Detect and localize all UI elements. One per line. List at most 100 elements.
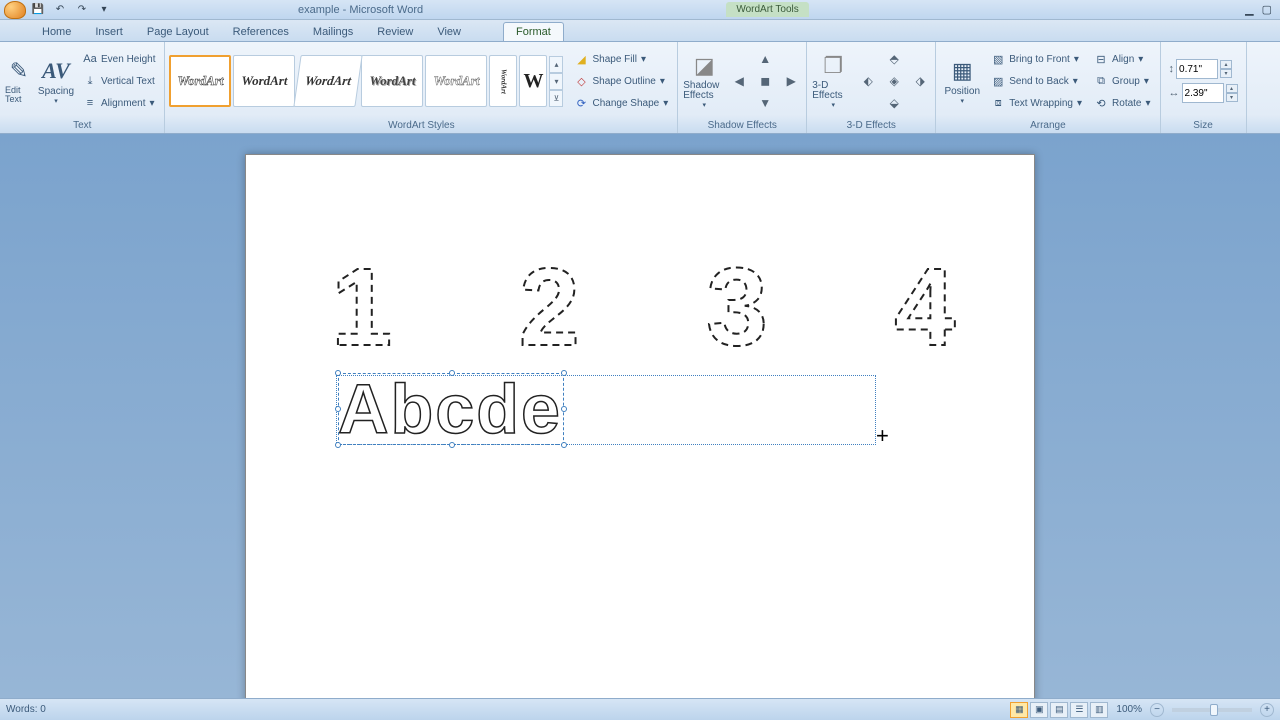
wordart-style-5[interactable]: WordArt [425, 55, 487, 107]
wordart-selection[interactable] [338, 373, 564, 445]
group-button[interactable]: ⧉Group▾ [1089, 70, 1156, 92]
shape-fill-button[interactable]: ◢Shape Fill▾ [569, 48, 673, 70]
resize-handle-w[interactable] [335, 406, 341, 412]
group-size: ↕ ▴▾ ↔ ▴▾ Size [1161, 42, 1247, 133]
view-print-layout[interactable]: ▦ [1010, 702, 1028, 718]
change-shape-label: Change Shape [592, 98, 659, 109]
office-button[interactable] [4, 1, 26, 19]
crosshair-cursor: + [876, 423, 889, 449]
position-button[interactable]: ▦ Position ▾ [940, 46, 984, 116]
resize-handle-sw[interactable] [335, 442, 341, 448]
even-height-icon: Aa [83, 53, 97, 65]
tab-review[interactable]: Review [365, 23, 425, 41]
view-draft[interactable]: ▥ [1090, 702, 1108, 718]
alignment-button[interactable]: ≡Alignment▾ [78, 92, 160, 114]
shadow-effects-button[interactable]: ◪ Shadow Effects ▾ [682, 46, 726, 116]
gallery-scroll-up[interactable]: ▴ [549, 56, 563, 73]
3d-tilt-up[interactable]: ⬘ [883, 49, 905, 69]
wordart-numbers-text: 1 2 3 4 5 [331, 246, 971, 365]
wordart-style-7[interactable]: W [519, 55, 547, 107]
align-button[interactable]: ⊟Align▾ [1089, 48, 1156, 70]
3d-effects-button[interactable]: ❐ 3-D Effects ▾ [811, 46, 855, 116]
edit-text-button[interactable]: ✎ Edit Text [4, 46, 34, 116]
zoom-percent[interactable]: 100% [1116, 704, 1142, 715]
group-shadow-effects: ◪ Shadow Effects ▾ ▲ ◀ ◼ ▶ ▼ Shadow Effe… [678, 42, 807, 133]
minimize-button[interactable]: ▁ [1245, 3, 1253, 16]
change-shape-button[interactable]: ⟳Change Shape▾ [569, 92, 673, 114]
gallery-more[interactable]: ⊻ [549, 90, 563, 107]
width-input[interactable] [1182, 83, 1224, 103]
3d-toggle[interactable]: ◈ [883, 71, 905, 91]
width-up[interactable]: ▴ [1226, 84, 1238, 93]
tab-home[interactable]: Home [30, 23, 83, 41]
gallery-scroll-down[interactable]: ▾ [549, 73, 563, 90]
wordart-style-3[interactable]: WordArt [294, 55, 363, 107]
gallery-scroll: ▴ ▾ ⊻ [549, 56, 563, 107]
tab-insert[interactable]: Insert [83, 23, 135, 41]
tab-format[interactable]: Format [503, 22, 564, 41]
height-up[interactable]: ▴ [1220, 60, 1232, 69]
3d-tilt-down[interactable]: ⬙ [883, 93, 905, 113]
resize-handle-s[interactable] [449, 442, 455, 448]
group-shadow-label: Shadow Effects [682, 118, 802, 133]
spacing-button[interactable]: AV Spacing ▾ [36, 46, 76, 116]
resize-handle-e[interactable] [561, 406, 567, 412]
tab-mailings[interactable]: Mailings [301, 23, 365, 41]
wordart-style-1[interactable]: WordArt [169, 55, 231, 107]
chevron-down-icon: ▾ [1138, 54, 1143, 65]
bring-to-front-button[interactable]: ▧Bring to Front▾ [986, 48, 1087, 70]
send-back-icon: ▨ [991, 75, 1005, 88]
vertical-text-button[interactable]: ⤓Vertical Text [78, 70, 160, 92]
contextual-tab-label: WordArt Tools [726, 2, 808, 17]
resize-handle-n[interactable] [449, 370, 455, 376]
wordart-style-4[interactable]: WordArt [361, 55, 423, 107]
maximize-button[interactable]: ▢ [1262, 3, 1272, 16]
document-page[interactable]: 1 2 3 4 5 Abcde + [245, 154, 1035, 698]
shadow-nudge-down[interactable]: ▼ [754, 93, 776, 113]
3d-tilt-left[interactable]: ⬖ [857, 71, 879, 91]
even-height-label: Even Height [101, 54, 155, 65]
width-down[interactable]: ▾ [1226, 93, 1238, 102]
view-web-layout[interactable]: ▤ [1050, 702, 1068, 718]
text-wrapping-button[interactable]: ⧈Text Wrapping▾ [986, 92, 1087, 114]
resize-handle-nw[interactable] [335, 370, 341, 376]
tab-page-layout[interactable]: Page Layout [135, 23, 221, 41]
wordart-numbers[interactable]: 1 2 3 4 5 [331, 245, 971, 365]
view-outline[interactable]: ☰ [1070, 702, 1088, 718]
resize-handle-ne[interactable] [561, 370, 567, 376]
spacing-label: Spacing [38, 86, 74, 97]
height-down[interactable]: ▾ [1220, 69, 1232, 78]
resize-handle-se[interactable] [561, 442, 567, 448]
position-label: Position [944, 86, 980, 97]
shadow-label: Shadow Effects [683, 81, 725, 101]
zoom-slider-thumb[interactable] [1210, 704, 1218, 716]
view-full-screen[interactable]: ▣ [1030, 702, 1048, 718]
shape-outline-button[interactable]: ◇Shape Outline▾ [569, 70, 673, 92]
redo-button[interactable]: ↷ [72, 2, 92, 18]
vertical-text-label: Vertical Text [101, 76, 155, 87]
tab-view[interactable]: View [425, 23, 473, 41]
save-icon: 💾 [32, 4, 44, 15]
tab-references[interactable]: References [221, 23, 301, 41]
undo-button[interactable]: ↶ [50, 2, 70, 18]
wordart-style-6[interactable]: WordArt [489, 55, 517, 107]
shadow-nudge-up[interactable]: ▲ [754, 49, 776, 69]
shadow-nudge-left[interactable]: ◀ [728, 71, 750, 91]
save-button[interactable]: 💾 [28, 2, 48, 18]
3d-tilt-right[interactable]: ⬗ [909, 71, 931, 91]
qat-customize[interactable]: ▾ [94, 2, 114, 18]
zoom-in-button[interactable]: + [1260, 703, 1274, 717]
shadow-nudge-right[interactable]: ▶ [780, 71, 802, 91]
status-words[interactable]: Words: 0 [6, 704, 1010, 715]
even-height-button[interactable]: Aa Even Height [78, 48, 160, 70]
zoom-out-button[interactable]: − [1150, 703, 1164, 717]
zoom-slider[interactable] [1172, 708, 1252, 712]
edit-text-icon: ✎ [10, 58, 28, 84]
wordart-style-2[interactable]: WordArt [233, 55, 295, 107]
rotate-button[interactable]: ⟲Rotate▾ [1089, 92, 1156, 114]
shadow-toggle[interactable]: ◼ [754, 71, 776, 91]
chevron-down-icon: ▾ [960, 97, 964, 105]
send-back-label: Send to Back [1009, 76, 1068, 87]
height-input[interactable] [1176, 59, 1218, 79]
send-to-back-button[interactable]: ▨Send to Back▾ [986, 70, 1087, 92]
